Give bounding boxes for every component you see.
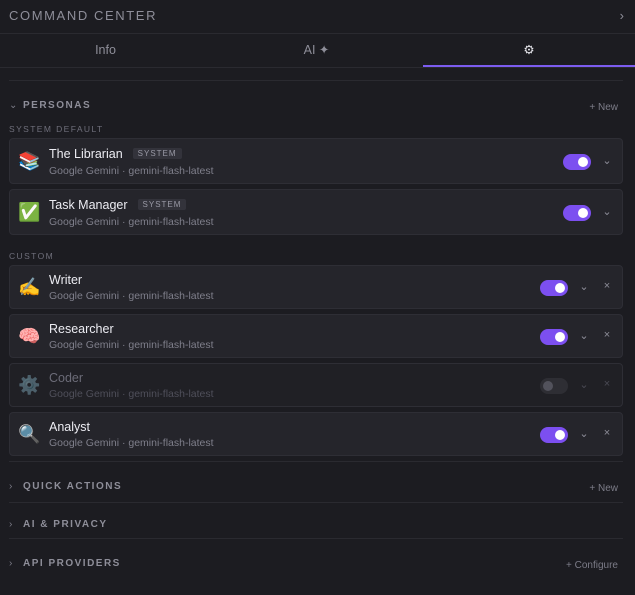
active-tab-indicator [423, 65, 635, 67]
new-persona-button[interactable]: + New [589, 102, 618, 113]
persona-name: The Librarian SYSTEM [49, 147, 182, 161]
divider [9, 538, 623, 539]
system-badge: SYSTEM [137, 199, 187, 210]
system-badge: SYSTEM [132, 148, 182, 159]
chevron-down-icon[interactable]: ⌄ [578, 280, 590, 293]
persona-enabled-toggle[interactable] [563, 205, 591, 221]
new-quick-action-button[interactable]: + New [589, 483, 618, 494]
chevron-down-icon[interactable]: ⌄ [601, 205, 613, 218]
close-icon[interactable]: × [601, 280, 613, 292]
panel-header: COMMAND CENTER › [0, 0, 635, 34]
persona-card-librarian[interactable]: 📚 The Librarian SYSTEM Google Gemini · ge… [9, 138, 623, 184]
chevron-right-icon: › [9, 558, 14, 569]
custom-label: CUSTOM [9, 251, 55, 261]
chevron-right-icon: › [9, 481, 14, 492]
tab-ai[interactable]: AI ✦ [211, 34, 422, 68]
persona-name: Task Manager SYSTEM [49, 198, 187, 212]
persona-card-analyst[interactable]: 🔍 Analyst Google Gemini · gemini-flash-l… [9, 412, 623, 456]
system-default-label: SYSTEM DEFAULT [9, 124, 104, 134]
persona-enabled-toggle[interactable] [540, 280, 568, 296]
persona-enabled-toggle[interactable] [540, 378, 568, 394]
panel-title: COMMAND CENTER [9, 8, 158, 23]
close-icon[interactable]: × [601, 378, 613, 390]
quick-actions-section-toggle[interactable]: › QUICK ACTIONS [9, 481, 122, 492]
tab-bar: Info AI ✦ ⚙ [0, 34, 635, 68]
check-mark-icon: ✅ [18, 202, 41, 222]
persona-card-coder[interactable]: ⚙️ Coder Google Gemini · gemini-flash-la… [9, 363, 623, 407]
persona-card-task-manager[interactable]: ✅ Task Manager SYSTEM Google Gemini · gem… [9, 189, 623, 235]
chevron-down-icon[interactable]: ⌄ [578, 427, 590, 440]
close-icon[interactable]: × [601, 329, 613, 341]
chevron-right-icon: › [9, 519, 14, 530]
magnifier-icon: 🔍 [18, 424, 41, 444]
configure-providers-button[interactable]: + Configure [566, 560, 618, 571]
close-icon[interactable]: × [601, 427, 613, 439]
tab-settings[interactable]: ⚙ [423, 34, 635, 68]
divider [9, 461, 623, 462]
personas-section-toggle[interactable]: ⌄ PERSONAS [9, 100, 91, 111]
tab-info[interactable]: Info [0, 34, 211, 68]
chevron-down-icon[interactable]: ⌄ [578, 329, 590, 342]
persona-card-researcher[interactable]: 🧠 Researcher Google Gemini · gemini-flas… [9, 314, 623, 358]
ai-privacy-section-toggle[interactable]: › AI & PRIVACY [9, 519, 108, 530]
chevron-down-icon[interactable]: ⌄ [578, 378, 590, 391]
persona-model: Google Gemini · gemini-flash-latest [49, 388, 214, 400]
api-providers-section-toggle[interactable]: › API PROVIDERS [9, 558, 121, 569]
persona-enabled-toggle[interactable] [540, 427, 568, 443]
chevron-right-icon[interactable]: › [620, 8, 624, 23]
chevron-down-icon: ⌄ [9, 100, 19, 111]
persona-name: Researcher [49, 322, 114, 336]
writing-hand-icon: ✍️ [18, 277, 41, 297]
persona-name: Coder [49, 371, 84, 385]
persona-enabled-toggle[interactable] [540, 329, 568, 345]
api-providers-title: API PROVIDERS [23, 558, 121, 569]
quick-actions-title: QUICK ACTIONS [23, 481, 123, 492]
books-icon: 📚 [18, 151, 41, 171]
brain-icon: 🧠 [18, 326, 41, 346]
gear-icon: ⚙️ [18, 375, 41, 395]
chevron-down-icon[interactable]: ⌄ [601, 154, 613, 167]
persona-model: Google Gemini · gemini-flash-latest [49, 339, 214, 351]
divider [9, 80, 623, 81]
persona-name: Analyst [49, 420, 90, 434]
persona-model: Google Gemini · gemini-flash-latest [49, 216, 214, 228]
persona-model: Google Gemini · gemini-flash-latest [49, 437, 214, 449]
personas-title: PERSONAS [23, 100, 92, 111]
persona-model: Google Gemini · gemini-flash-latest [49, 290, 214, 302]
persona-name: Writer [49, 273, 83, 287]
persona-model: Google Gemini · gemini-flash-latest [49, 165, 214, 177]
divider [9, 502, 623, 503]
persona-enabled-toggle[interactable] [563, 154, 591, 170]
persona-card-writer[interactable]: ✍️ Writer Google Gemini · gemini-flash-l… [9, 265, 623, 309]
ai-privacy-title: AI & PRIVACY [23, 519, 108, 530]
